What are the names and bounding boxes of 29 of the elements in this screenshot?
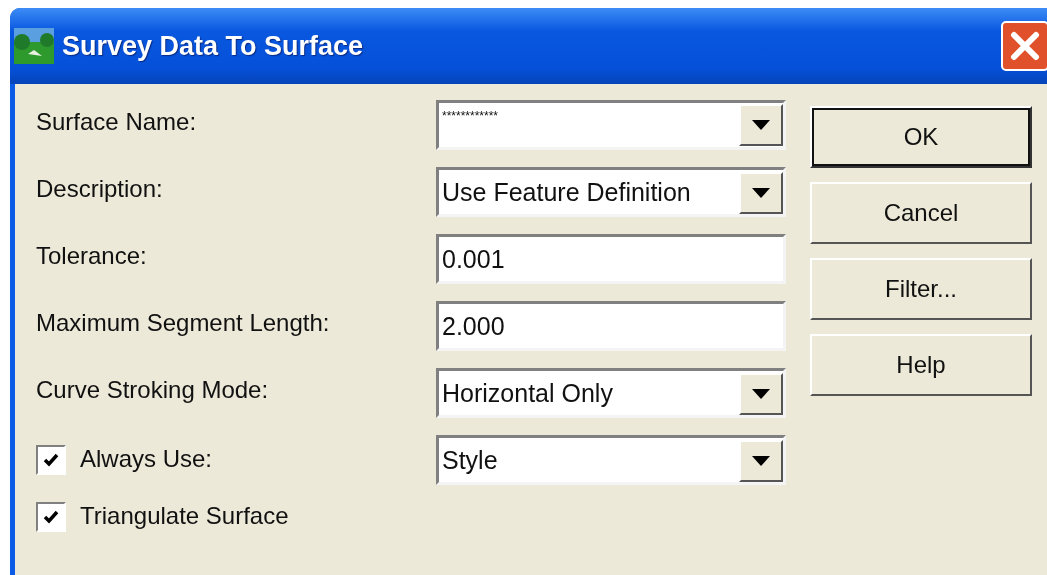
dropdown-arrow-icon xyxy=(752,187,770,198)
checkbox[interactable] xyxy=(36,502,66,532)
dropdown-arrow-icon xyxy=(752,388,770,399)
dropdown-arrow-icon xyxy=(752,120,770,130)
field-label: Curve Stroking Mode: xyxy=(36,375,270,404)
checkmark-icon xyxy=(43,453,59,467)
close-icon xyxy=(1010,31,1040,61)
dialog-button[interactable]: OK xyxy=(810,106,1032,168)
checkmark-icon xyxy=(43,510,59,524)
dialog-button[interactable]: Help xyxy=(810,334,1032,396)
field-label: Description: xyxy=(36,174,164,203)
combo-box[interactable]: Horizontal Only xyxy=(436,368,786,418)
dialog-button[interactable]: Filter... xyxy=(810,258,1032,320)
landscape-app-icon xyxy=(14,28,54,64)
field-label: Surface Name: xyxy=(36,107,198,136)
window-title: Survey Data To Surface xyxy=(62,30,365,62)
field-label: Tolerance: xyxy=(36,241,148,270)
dropdown-arrow-icon xyxy=(752,455,770,466)
dialog-button[interactable]: Cancel xyxy=(810,182,1032,244)
checkbox-label: Triangulate Surface xyxy=(80,502,289,530)
checkbox[interactable] xyxy=(36,445,66,475)
combo-box[interactable]: Use Feature Definition xyxy=(436,167,786,217)
close-button[interactable] xyxy=(1001,21,1047,71)
field-label: Maximum Segment Length: xyxy=(36,308,331,337)
input-field[interactable]: 0.001 xyxy=(436,234,786,284)
checkbox-label: Always Use: xyxy=(80,445,213,473)
combo-box[interactable]: Style xyxy=(436,435,786,485)
combo-box[interactable]: ************ xyxy=(436,100,786,150)
input-field[interactable]: 2.000 xyxy=(436,301,786,351)
